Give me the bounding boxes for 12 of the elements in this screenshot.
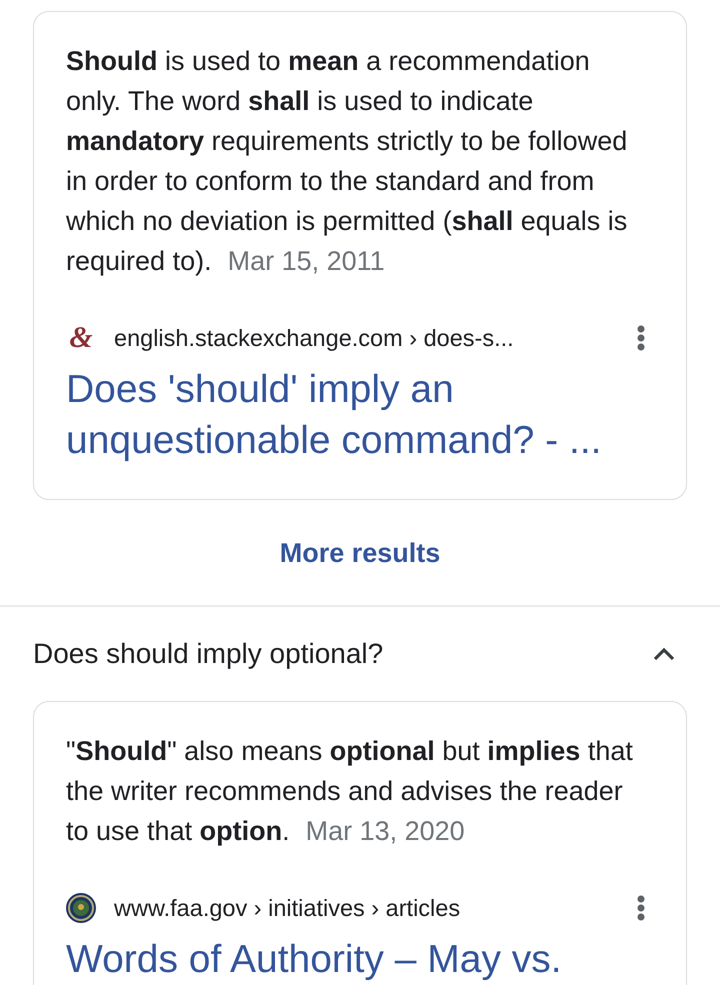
ampersand-icon: & — [66, 323, 96, 353]
snippet-text: "Should" also means optional but implies that the writer recommends and advises the reader to use that option. Mar 13, 2020 — [66, 735, 634, 848]
more-results-link[interactable]: More results — [280, 536, 440, 568]
question-toggle[interactable]: Does should imply optional? — [0, 607, 720, 701]
seal-icon — [66, 893, 96, 923]
result-title-link[interactable]: Does 'should' imply an unquestionable command? - ... — [66, 364, 646, 466]
result-title-link[interactable]: Words of Authority – May vs. — [66, 934, 646, 985]
more-options-icon[interactable] — [637, 895, 645, 921]
snippet-text: Should is used to mean a recommendation only. The word shall is used to indicate mandatory requirements strictly to be followed in order to conform to the standard and from which no deviation is permitted (shall equals is required to). Mar 15, 2011 — [66, 45, 628, 278]
source-breadcrumb: www.faa.gov › initiatives › articles — [114, 894, 460, 923]
more-options-icon[interactable] — [637, 325, 645, 351]
source-breadcrumb: english.stackexchange.com › does-s... — [114, 324, 514, 353]
